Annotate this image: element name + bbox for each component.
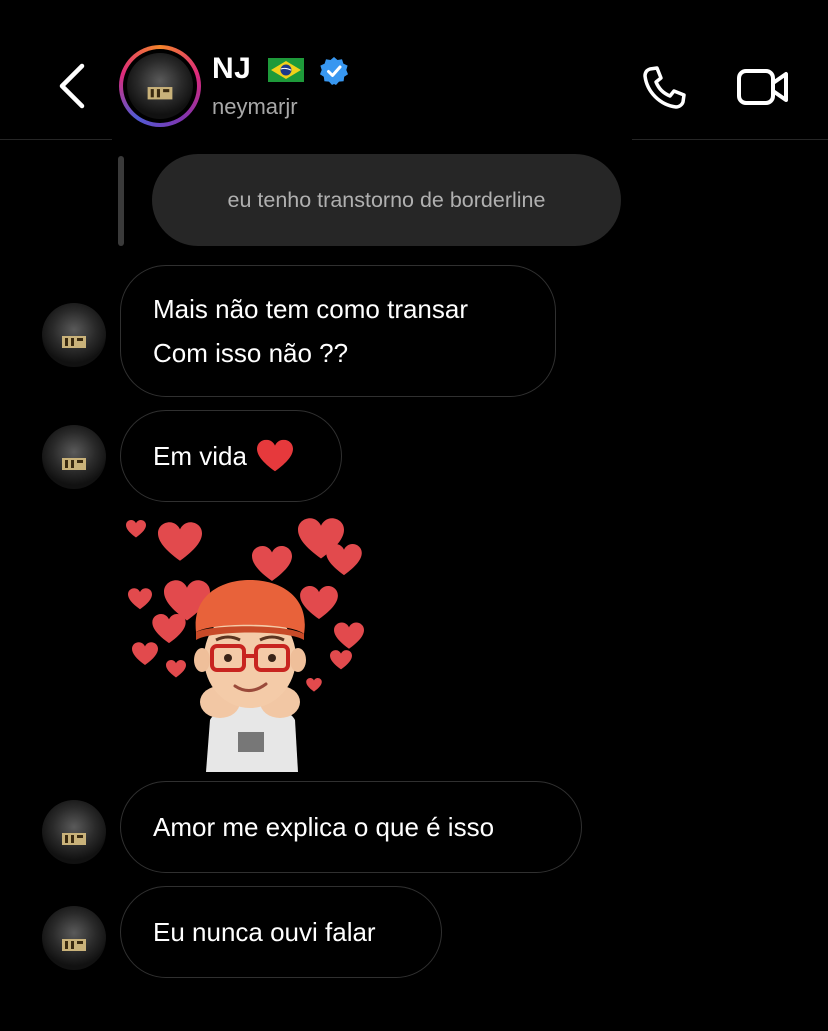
memoji-hearts-sticker[interactable] bbox=[120, 510, 380, 775]
reply-indicator-bar bbox=[118, 156, 124, 246]
contact-username[interactable]: neymarjr bbox=[212, 94, 298, 120]
message-bubble[interactable]: Amor me explica o que é isso bbox=[120, 781, 582, 873]
red-heart-icon bbox=[257, 439, 293, 473]
profile-avatar[interactable] bbox=[119, 45, 201, 127]
verified-badge-icon bbox=[320, 57, 348, 85]
replied-message-bubble[interactable]: eu tenho transtorno de borderline bbox=[152, 154, 621, 246]
message-line: Com isso não ?? bbox=[153, 338, 349, 368]
phone-icon[interactable] bbox=[640, 64, 688, 110]
message-line: Mais não tem como transar bbox=[153, 294, 469, 324]
brazil-flag-icon bbox=[268, 58, 304, 82]
chat-header: NJ neymarjr bbox=[0, 0, 828, 140]
message-bubble[interactable]: Em vida bbox=[120, 410, 342, 502]
back-chevron-icon[interactable] bbox=[52, 60, 92, 112]
message-bubble[interactable]: Mais não tem como transar Com isso não ?… bbox=[120, 265, 556, 397]
message-text: Eu nunca ouvi falar bbox=[153, 917, 376, 947]
sender-avatar[interactable] bbox=[42, 303, 106, 367]
contact-name[interactable]: NJ bbox=[212, 52, 251, 86]
avatar-image bbox=[127, 53, 193, 119]
message-text: Mais não tem como transar Com isso não ?… bbox=[153, 287, 468, 375]
header-divider-right bbox=[632, 139, 828, 140]
header-divider-left bbox=[0, 139, 112, 140]
replied-message-text: eu tenho transtorno de borderline bbox=[227, 187, 546, 212]
sender-avatar[interactable] bbox=[42, 425, 106, 489]
message-bubble[interactable]: Eu nunca ouvi falar bbox=[120, 886, 442, 978]
sender-avatar[interactable] bbox=[42, 906, 106, 970]
message-text: Amor me explica o que é isso bbox=[153, 812, 495, 842]
sender-avatar[interactable] bbox=[42, 800, 106, 864]
message-text: Em vida bbox=[153, 441, 247, 471]
video-camera-icon[interactable] bbox=[736, 66, 790, 108]
